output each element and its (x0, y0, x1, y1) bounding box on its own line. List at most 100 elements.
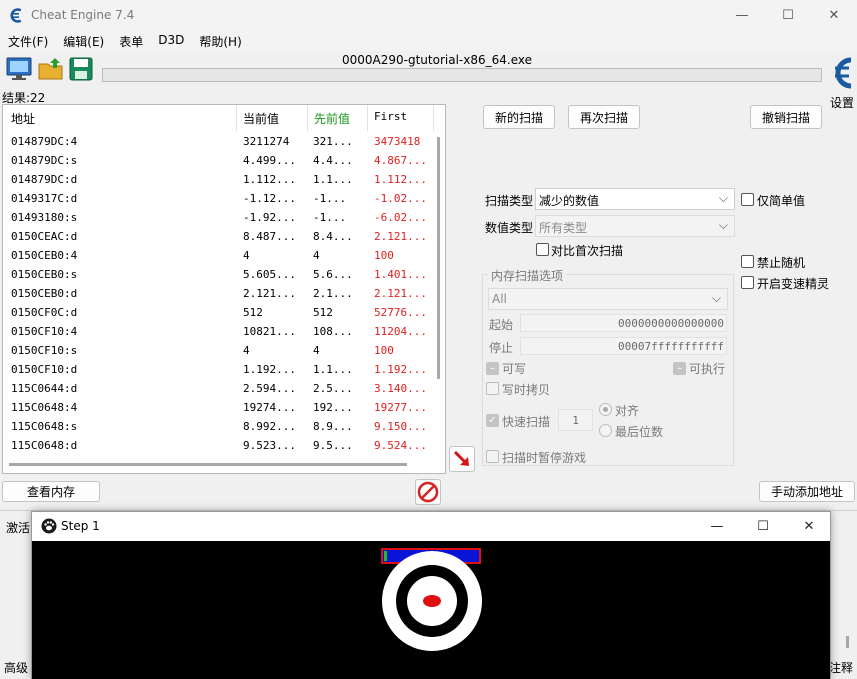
result-first-value: 2.121... (374, 230, 427, 243)
column-previous[interactable]: 先前值 (314, 110, 350, 127)
result-first-value: 3473418 (374, 135, 421, 148)
table-comments-label[interactable]: 注释 (829, 659, 853, 676)
horizontal-scrollbar[interactable] (9, 463, 407, 466)
last-digits-radio[interactable] (599, 424, 612, 437)
result-first-value: 1.112... (374, 173, 427, 186)
result-row[interactable]: 0149317C:d -1.12... -1... -1.02... (3, 189, 433, 208)
menu-table[interactable]: 表单 (111, 31, 150, 51)
save-icon[interactable] (67, 55, 95, 83)
writable-checkbox[interactable]: – (486, 362, 499, 375)
open-file-icon[interactable] (37, 55, 65, 83)
menu-help[interactable]: 帮助(H) (191, 31, 248, 51)
new-scan-button[interactable]: 新的扫描 (483, 105, 555, 129)
result-current-value: 8.487... (243, 230, 296, 243)
result-first-value: 11204... (374, 325, 427, 338)
result-address: 0150CF10:d (11, 363, 78, 376)
executable-checkbox[interactable]: – (673, 362, 686, 375)
result-row[interactable]: 0150CF10:4 10821... 108... 11204... (3, 322, 433, 341)
column-current[interactable]: 当前值 (243, 110, 279, 127)
result-previous-value: 8.4... (313, 230, 353, 243)
menu-d3d[interactable]: D3D (150, 31, 191, 51)
paw-icon (41, 518, 57, 534)
value-type-select[interactable]: 所有类型 ⌵ (535, 215, 735, 237)
result-row[interactable]: 115C0644:d 2.594... 2.5... 3.140... (3, 379, 433, 398)
clear-list-button[interactable] (415, 479, 441, 505)
settings-label[interactable]: 设置 (830, 94, 854, 111)
column-address[interactable]: 地址 (11, 110, 35, 127)
result-current-value: 4 (243, 249, 250, 262)
pause-game-checkbox[interactable] (486, 450, 499, 463)
disable-random-checkbox[interactable] (741, 255, 754, 268)
result-row[interactable]: 0150CEB0:s 5.605... 5.6... 1.401... (3, 265, 433, 284)
result-current-value: 9.523... (243, 439, 296, 452)
game-canvas[interactable] (32, 541, 830, 679)
view-memory-button[interactable]: 查看内存 (2, 481, 100, 502)
next-scan-button[interactable]: 再次扫描 (568, 105, 640, 129)
result-row[interactable]: 01493180:s -1.92... -1... -6.02... (3, 208, 433, 227)
result-previous-value: 1.1... (313, 363, 353, 376)
result-address: 115C0648:s (11, 420, 78, 433)
result-row[interactable]: 0150CF0C:d 512 512 52776... (3, 303, 433, 322)
compare-first-checkbox[interactable] (536, 243, 549, 256)
result-current-value: -1.92... (243, 211, 296, 224)
column-first[interactable]: First (374, 110, 407, 123)
column-separator (236, 105, 237, 131)
menu-edit[interactable]: 编辑(E) (55, 31, 111, 51)
result-row[interactable]: 0150CEAC:d 8.487... 8.4... 2.121... (3, 227, 433, 246)
results-list[interactable]: 地址 当前值 先前值 First 014879DC:4 3211274 321...… (2, 104, 446, 474)
fast-scan-checkbox[interactable]: ✓ (486, 414, 499, 427)
result-address: 014879DC:4 (11, 135, 78, 148)
result-row[interactable]: 014879DC:4 3211274 321... 3473418 (3, 132, 433, 151)
add-address-manually-button[interactable]: 手动添加地址 (759, 481, 855, 502)
start-address-input[interactable]: 0000000000000000 (520, 314, 727, 332)
vertical-scrollbar[interactable] (437, 137, 440, 379)
menu-file[interactable]: 文件(F) (0, 31, 55, 51)
executable-label: 可执行 (689, 362, 726, 376)
result-row[interactable]: 0150CEB0:d 2.121... 2.1... 2.121... (3, 284, 433, 303)
memory-region-select[interactable]: All ⌵ (488, 288, 728, 310)
step-window-title: Step 1 (61, 519, 100, 533)
scan-type-select[interactable]: 减少的数值 ⌵ (535, 188, 735, 210)
address-list-scrollbar[interactable] (846, 636, 849, 648)
maximize-button[interactable]: ☐ (765, 0, 811, 31)
result-row[interactable]: 014879DC:s 4.499... 4.4... 4.867... (3, 151, 433, 170)
column-active-label: 激活 (6, 521, 31, 535)
result-previous-value: 108... (313, 325, 353, 338)
add-to-list-arrow-button[interactable] (449, 446, 475, 472)
result-row[interactable]: 0150CF10:s 4 4 100 (3, 341, 433, 360)
speedhack-checkbox[interactable] (741, 276, 754, 289)
result-row[interactable]: 0150CEB0:4 4 4 100 (3, 246, 433, 265)
result-row[interactable]: 0150CF10:d 1.192... 1.1... 1.192... (3, 360, 433, 379)
result-current-value: 2.594... (243, 382, 296, 395)
step-1-window[interactable]: Step 1 — ☐ ✕ (31, 511, 831, 679)
step-maximize-button[interactable]: ☐ (740, 511, 786, 542)
stop-address-input[interactable]: 00007fffffffffff (520, 337, 727, 355)
result-row[interactable]: 014879DC:d 1.112... 1.1... 1.112... (3, 170, 433, 189)
value-type-label: 数值类型 (485, 221, 534, 235)
result-row[interactable]: 115C0648:4 19274... 192... 19277... (3, 398, 433, 417)
result-first-value: 4.867... (374, 154, 427, 167)
result-current-value: 1.192... (243, 363, 296, 376)
fast-scan-alignment-input[interactable]: 1 (558, 409, 593, 431)
simple-values-checkbox[interactable] (741, 193, 754, 206)
result-address: 0150CF10:4 (11, 325, 78, 338)
step-minimize-button[interactable]: — (694, 511, 740, 542)
align-radio[interactable] (599, 403, 612, 416)
result-previous-value: -1... (313, 211, 347, 224)
result-current-value: 4.499... (243, 154, 296, 167)
advanced-options-label[interactable]: 高级 (4, 659, 28, 676)
result-address: 01493180:s (11, 211, 78, 224)
copy-on-write-checkbox[interactable] (486, 382, 499, 395)
result-previous-value: 192... (313, 401, 353, 414)
minimize-button[interactable]: — (719, 0, 765, 31)
result-row[interactable]: 115C0648:s 8.992... 8.9... 9.150... (3, 417, 433, 436)
undo-scan-button[interactable]: 撤销扫描 (750, 105, 822, 129)
step-close-button[interactable]: ✕ (786, 511, 832, 542)
open-process-icon[interactable] (5, 55, 33, 83)
close-button[interactable]: ✕ (811, 0, 857, 31)
result-first-value: 52776... (374, 306, 427, 319)
settings-logo-icon[interactable] (827, 52, 857, 94)
result-previous-value: 9.5... (313, 439, 353, 452)
result-row[interactable]: 115C0648:d 9.523... 9.5... 9.524... (3, 436, 433, 455)
simple-values-label: 仅简单值 (757, 194, 806, 208)
